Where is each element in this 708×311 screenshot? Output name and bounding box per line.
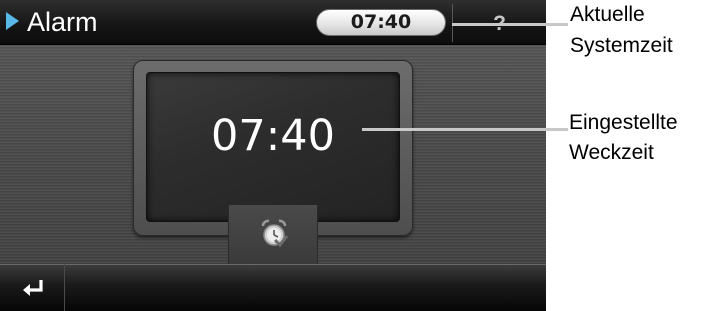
annotation-alarm-time-line2: Weckzeit xyxy=(569,141,654,164)
navigation-device-screen: Alarm 07:40 ? 07:40 xyxy=(0,0,546,311)
bottom-bar xyxy=(0,264,546,311)
current-time-display: 07:40 xyxy=(316,9,446,36)
current-time-pointer-line xyxy=(452,23,568,26)
alarm-toggle-button[interactable] xyxy=(228,205,318,265)
annotation-alarm-time-line1: Eingestellte xyxy=(569,111,678,134)
annotation-current-time-line2: Systemzeit xyxy=(570,34,673,57)
play-arrow-icon xyxy=(6,12,19,30)
alarm-time-value[interactable]: 07:40 xyxy=(146,110,400,162)
alarm-time-pointer-line xyxy=(362,128,568,131)
back-button[interactable] xyxy=(0,265,64,311)
annotation-current-time-line1: Aktuelle xyxy=(570,3,645,26)
bottom-bar-divider xyxy=(64,264,65,311)
page-title: Alarm xyxy=(27,7,98,37)
help-button[interactable]: ? xyxy=(453,0,546,44)
alarm-clock-icon xyxy=(261,219,288,248)
return-arrow-icon xyxy=(23,280,43,296)
